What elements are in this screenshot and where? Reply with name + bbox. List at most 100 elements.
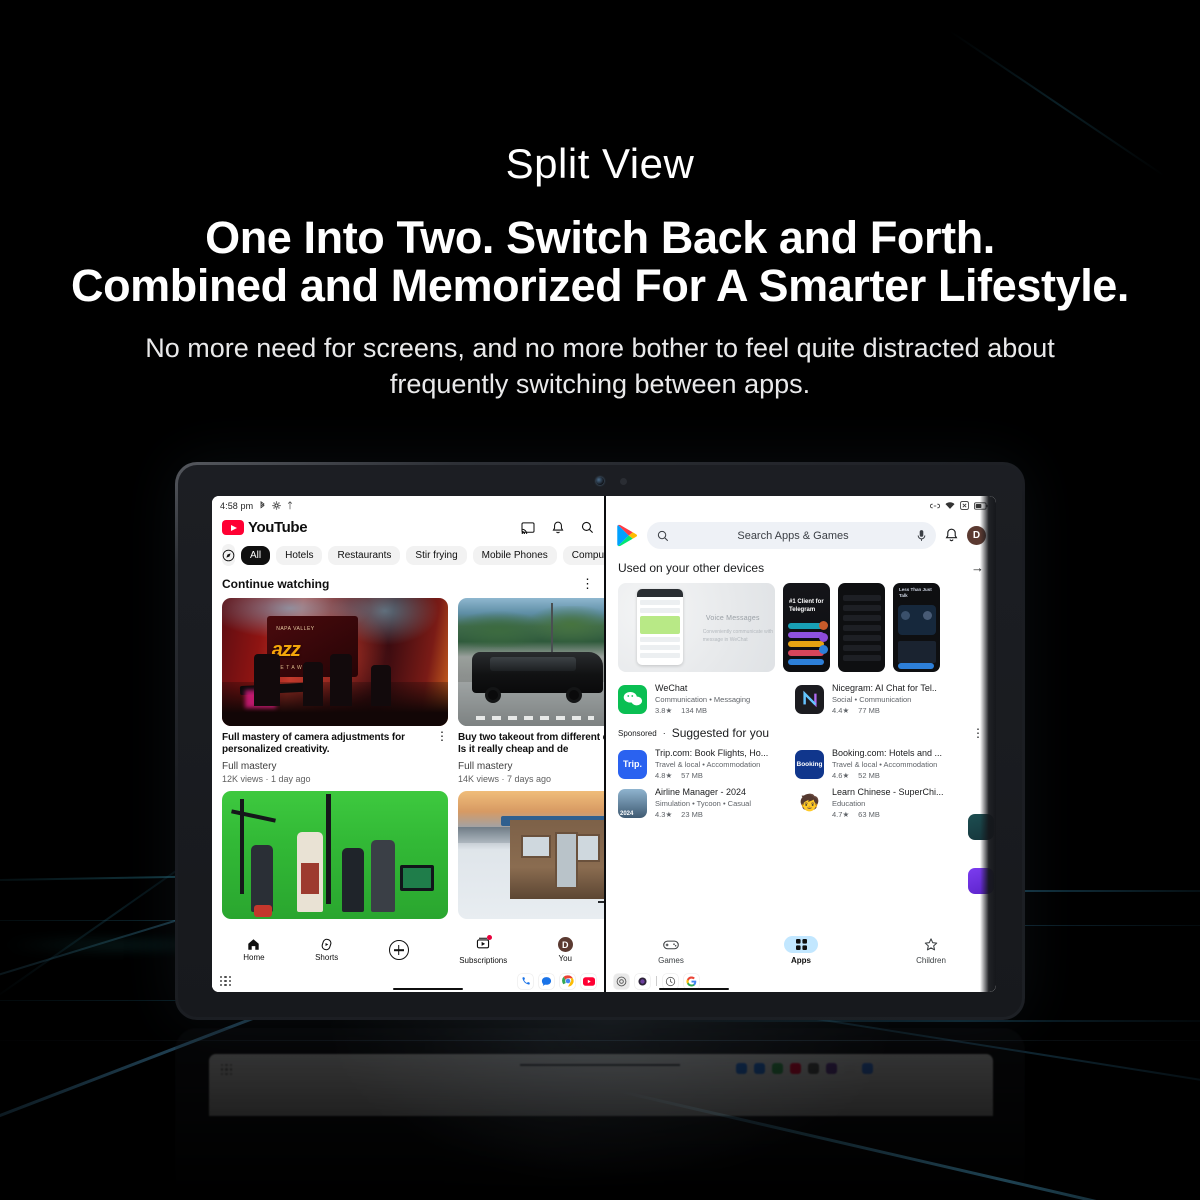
nav-games-label: Games	[658, 955, 684, 965]
status-time: 4:58 pm	[220, 500, 254, 511]
app-row-trip[interactable]: Trip. Trip.com: Book Flights, Ho... Trav…	[618, 748, 787, 780]
hero-subtitle-line-2: frequently switching between apps.	[389, 369, 811, 400]
youtube-bottom-nav[interactable]: Home Shorts Subscriptions D You	[212, 930, 604, 970]
nav-subscriptions[interactable]: Subscriptions	[459, 934, 508, 965]
chip-mobile-phones[interactable]: Mobile Phones	[472, 545, 557, 565]
chip-compass[interactable]	[222, 544, 235, 566]
hero-headline: One Into Two. Switch Back and Forth. Com…	[0, 212, 1200, 312]
camera-icon[interactable]	[635, 973, 650, 989]
nav-subscriptions-label: Subscriptions	[459, 955, 508, 965]
nav-apps[interactable]: Apps	[784, 935, 818, 965]
phone-mockup	[636, 589, 683, 666]
hero-headline-line-2: Combined and Memorized For A Smarter Lif…	[70, 260, 1130, 312]
settings-icon[interactable]	[614, 973, 629, 989]
play-store-header: Search Apps & Games D	[606, 515, 996, 557]
more-options-icon[interactable]: ⋮	[972, 727, 984, 740]
app-rating: 4.6★	[832, 771, 850, 780]
app-category: Social • Communication	[832, 695, 912, 704]
airline-manager-icon: 2024	[618, 788, 647, 818]
avatar[interactable]: D	[967, 526, 986, 545]
nav-children[interactable]: Children	[914, 936, 948, 965]
wechat-icon	[618, 684, 647, 714]
app-row-wechat[interactable]: WeChat Communication • Messaging 3.8★ 13…	[618, 683, 787, 715]
app-size: 63 MB	[858, 810, 880, 819]
promo-card-telegram-2[interactable]	[838, 583, 885, 672]
cast-icon[interactable]	[521, 521, 535, 534]
more-options-icon[interactable]: ⋮	[581, 577, 594, 590]
search-icon[interactable]	[581, 521, 594, 534]
video-card[interactable]: NAPA VALLEY azz GETAWAY Full mastery of ca…	[222, 598, 448, 784]
separator: ·	[662, 728, 666, 738]
nav-you-label: You	[558, 954, 573, 963]
youtube-logo[interactable]: YouTube	[222, 519, 308, 536]
chip-stir-frying[interactable]: Stir frying	[406, 545, 467, 565]
video-thumbnail-greenscreen[interactable]	[222, 791, 448, 920]
video-card[interactable]: — 37 ℃	[458, 791, 604, 920]
search-bar[interactable]: Search Apps & Games	[647, 522, 936, 549]
youtube-icon[interactable]	[581, 973, 596, 989]
promo-card-telegram-1[interactable]: #1 Client for Telegram	[783, 583, 830, 672]
app-row-booking[interactable]: Booking Booking.com: Hotels and ... Trav…	[795, 748, 964, 780]
cutoff-app-icon-2[interactable]	[968, 868, 994, 894]
app-row-airline-manager[interactable]: 2024 Airline Manager - 2024 Simulation •…	[618, 787, 787, 819]
play-store-logo-icon[interactable]	[616, 524, 638, 547]
arrow-right-icon[interactable]: →	[971, 560, 984, 575]
hero-text-block: Split View One Into Two. Switch Back and…	[0, 0, 1200, 403]
video-thumbnail-snow-cabin[interactable]: — 37 ℃	[458, 791, 604, 920]
video-card[interactable]: Buy two takeout from different char same…	[458, 598, 604, 784]
video-thumbnail-street[interactable]	[458, 598, 604, 726]
home-icon	[248, 939, 260, 950]
app-rating: 4.3★	[655, 810, 673, 819]
google-icon[interactable]	[684, 973, 699, 989]
taskbar-divider	[656, 976, 657, 986]
left-taskbar[interactable]	[212, 970, 604, 992]
video-card[interactable]	[222, 791, 448, 920]
clock-icon[interactable]	[663, 973, 678, 989]
messages-icon[interactable]	[539, 973, 554, 989]
home-indicator[interactable]	[393, 988, 463, 990]
home-indicator[interactable]	[659, 988, 729, 990]
nav-shorts[interactable]: Shorts	[315, 938, 338, 962]
front-camera-icon	[596, 477, 604, 485]
bell-icon[interactable]	[552, 521, 564, 535]
continue-watching-header: Continue watching ⋮	[212, 568, 604, 598]
sponsored-header: Sponsored · Suggested for you ⋮	[606, 715, 996, 744]
bell-icon[interactable]	[945, 528, 958, 543]
play-store-bottom-nav[interactable]: Games Apps Children	[606, 930, 996, 970]
phone-icon[interactable]	[518, 973, 533, 989]
app-row-superchinese[interactable]: 🧒 Learn Chinese - SuperChi... Education …	[795, 787, 964, 819]
promo-card-wechat[interactable]: Voice Messages Conveniently communicate …	[618, 583, 775, 672]
chip-hotels[interactable]: Hotels	[276, 545, 323, 565]
youtube-play-icon	[222, 520, 244, 535]
nav-children-label: Children	[916, 955, 946, 965]
nav-home[interactable]: Home	[243, 938, 265, 962]
nav-create[interactable]	[388, 940, 409, 960]
chrome-icon[interactable]	[560, 973, 575, 989]
promo-card-row: Voice Messages Conveniently communicate …	[606, 583, 996, 672]
app-row-nicegram[interactable]: Nicegram: AI Chat for Tel.. Social • Com…	[795, 683, 964, 715]
play-store-pane: Search Apps & Games D Used on your other…	[606, 496, 996, 992]
nav-games[interactable]: Games	[654, 936, 688, 965]
app-size: 134 MB	[681, 706, 708, 715]
promo-card-telegram-3[interactable]: Less Than Just Talk	[893, 583, 940, 672]
battery-icon	[974, 501, 988, 510]
chip-computer-hardware[interactable]: Computer Hardw	[562, 545, 604, 565]
search-input[interactable]: Search Apps & Games	[677, 530, 909, 542]
device-apps-list: WeChat Communication • Messaging 3.8★ 13…	[606, 672, 996, 715]
youtube-chip-row[interactable]: All Hotels Restaurants Stir frying Mobil…	[212, 542, 604, 568]
promo-title: Less Than Just Talk	[899, 587, 932, 598]
video-thumbnail-jazz[interactable]: NAPA VALLEY azz GETAWAY	[222, 598, 448, 726]
app-drawer-icon[interactable]	[220, 975, 231, 987]
search-icon	[657, 530, 669, 541]
mic-icon[interactable]	[917, 529, 926, 542]
chip-restaurants[interactable]: Restaurants	[328, 545, 401, 565]
right-taskbar[interactable]	[606, 970, 996, 992]
nav-you[interactable]: D You	[557, 937, 573, 963]
chip-all[interactable]: All	[241, 545, 271, 565]
hero-headline-line-1: One Into Two. Switch Back and Forth.	[205, 212, 995, 263]
cutoff-app-icon-1[interactable]	[968, 814, 994, 840]
section-title: Continue watching	[222, 577, 330, 591]
video-more-options-icon[interactable]: ⋮	[436, 730, 448, 784]
wifi-icon	[945, 501, 955, 509]
app-rating: 4.8★	[655, 771, 673, 780]
